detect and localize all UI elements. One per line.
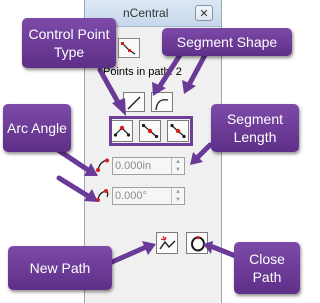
callout-control-point-type: Control Point Type: [22, 18, 116, 68]
callout-segment-shape: Segment Shape: [162, 28, 292, 56]
callout-segment-length: Segment Length: [211, 104, 299, 152]
callout-new-path: New Path: [8, 246, 112, 290]
callout-arc-angle: Arc Angle: [3, 104, 71, 152]
callout-close-path: Close Path: [234, 242, 300, 294]
